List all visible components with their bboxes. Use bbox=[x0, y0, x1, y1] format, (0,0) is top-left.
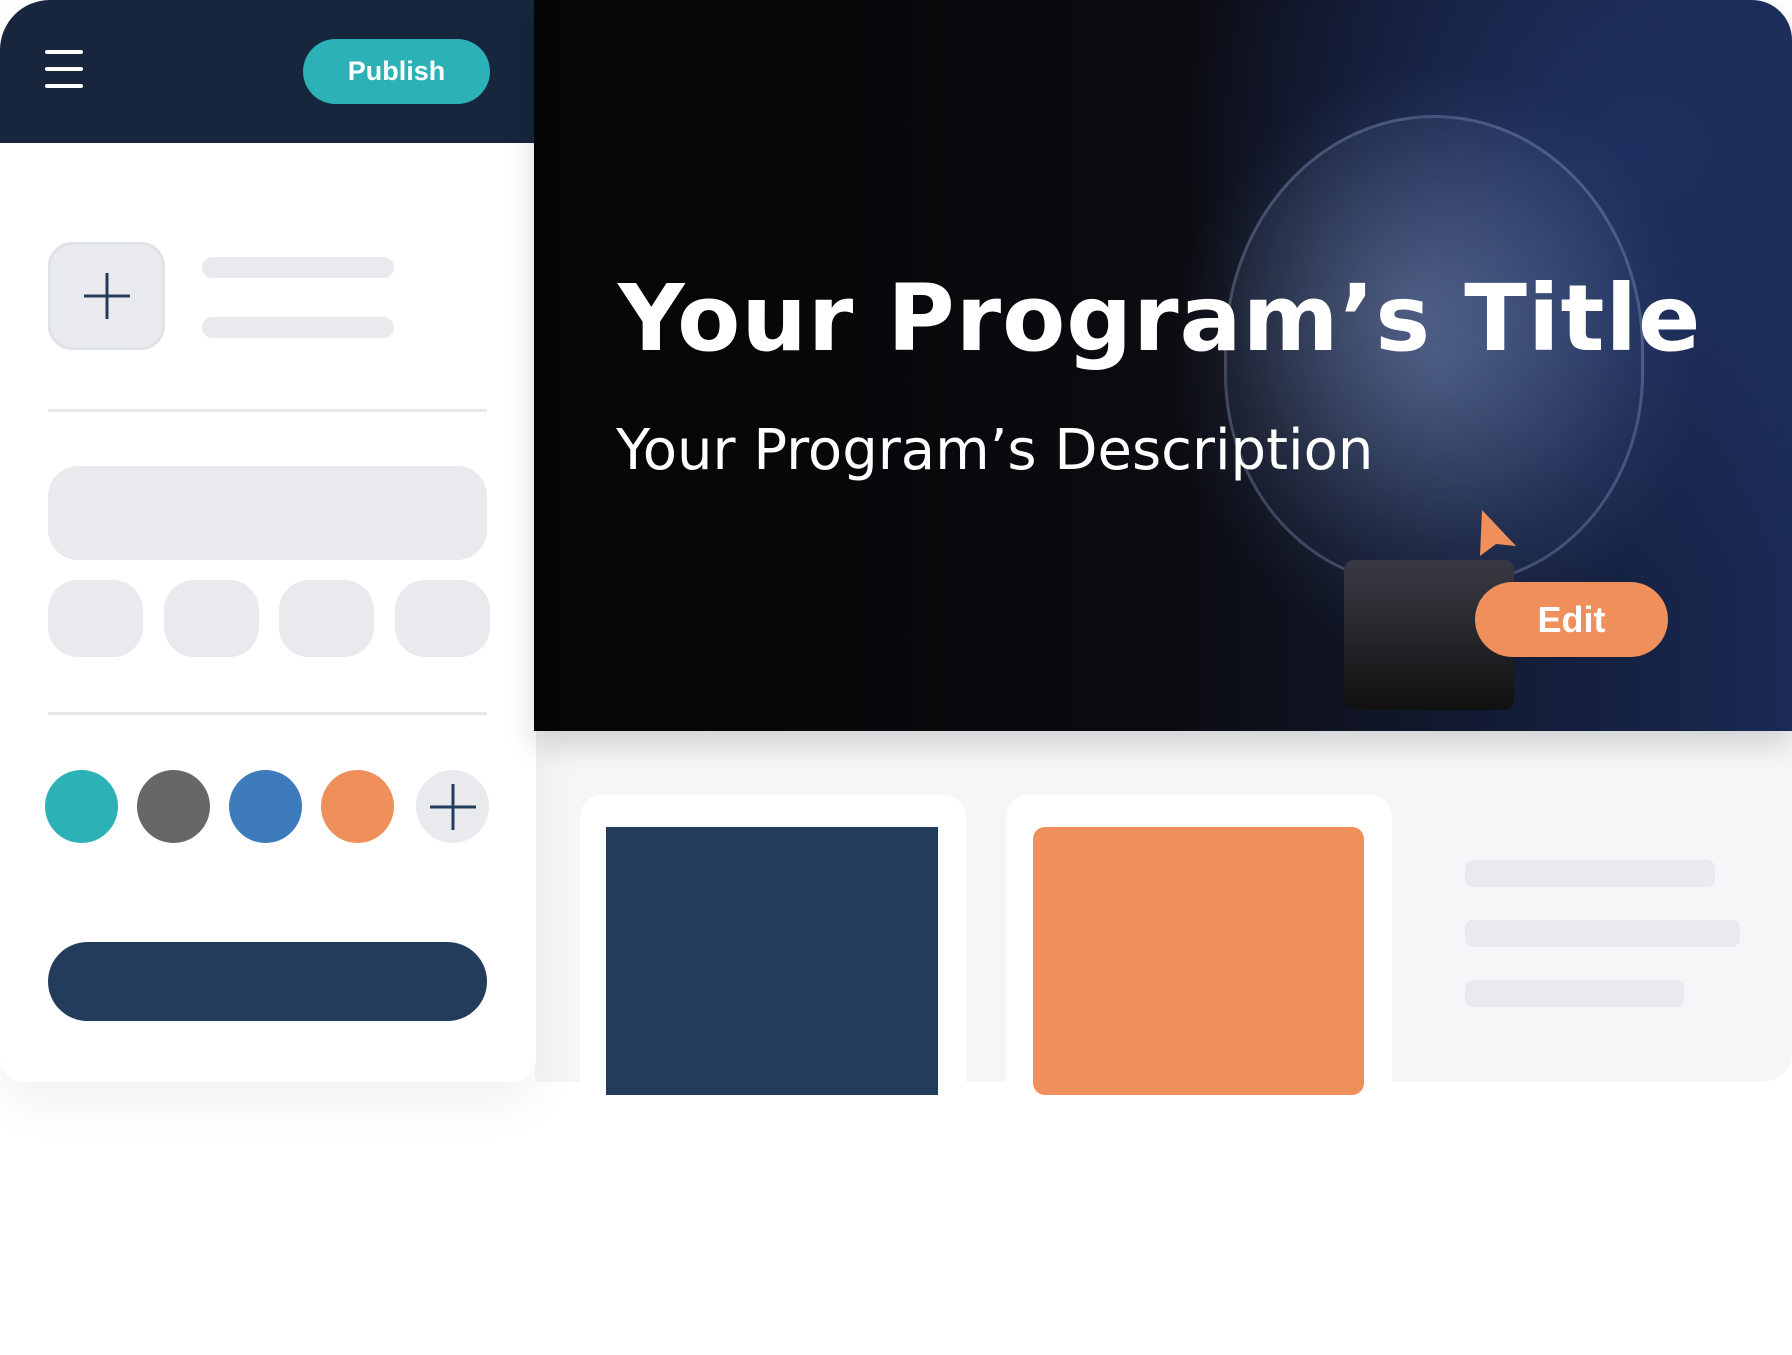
edit-button[interactable]: Edit bbox=[1475, 582, 1668, 657]
hero-banner: Your Program’s Title Your Program’s Desc… bbox=[534, 0, 1792, 731]
sidebar: Publish bbox=[0, 0, 536, 1082]
add-color-button[interactable] bbox=[416, 770, 489, 843]
cursor-pointer-icon bbox=[1480, 510, 1516, 556]
placeholder-line bbox=[202, 257, 394, 278]
placeholder-input[interactable] bbox=[48, 466, 487, 560]
add-block-button[interactable] bbox=[48, 242, 165, 350]
option-pill[interactable] bbox=[48, 580, 143, 657]
content-card[interactable] bbox=[1006, 795, 1392, 1355]
option-pill[interactable] bbox=[164, 580, 259, 657]
placeholder-line bbox=[1465, 920, 1740, 947]
color-swatch-gray[interactable] bbox=[137, 770, 210, 843]
placeholder-line bbox=[202, 317, 394, 338]
card-image-orange bbox=[1033, 827, 1364, 1095]
program-description[interactable]: Your Program’s Description bbox=[616, 418, 1373, 483]
plus-icon bbox=[429, 783, 476, 830]
plus-icon bbox=[83, 273, 130, 319]
sidebar-header: Publish bbox=[0, 0, 536, 143]
primary-action-button[interactable] bbox=[48, 942, 487, 1021]
divider bbox=[48, 409, 487, 412]
program-title[interactable]: Your Program’s Title bbox=[618, 265, 1701, 372]
hamburger-menu-icon[interactable] bbox=[45, 50, 83, 101]
publish-button[interactable]: Publish bbox=[303, 39, 490, 104]
divider bbox=[48, 712, 487, 715]
card-image-navy bbox=[606, 827, 938, 1095]
placeholder-line bbox=[1465, 980, 1684, 1007]
color-swatch-teal[interactable] bbox=[45, 770, 118, 843]
color-swatch-blue[interactable] bbox=[229, 770, 302, 843]
color-swatch-orange[interactable] bbox=[321, 770, 394, 843]
placeholder-line bbox=[1465, 860, 1715, 887]
option-pill[interactable] bbox=[395, 580, 490, 657]
option-pill[interactable] bbox=[279, 580, 374, 657]
content-card[interactable] bbox=[580, 795, 966, 1355]
